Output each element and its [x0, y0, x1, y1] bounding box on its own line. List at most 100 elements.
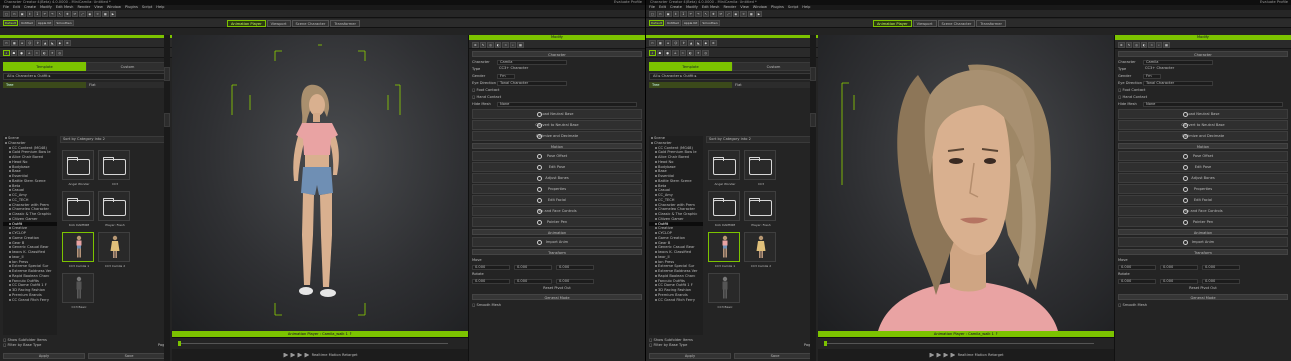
prop-value[interactable]: Fm	[1143, 74, 1161, 79]
menu-file[interactable]: File	[649, 5, 655, 9]
tab-flat[interactable]: Flat	[86, 82, 169, 88]
play-icon[interactable]	[290, 352, 296, 358]
render-icon[interactable]: ▶	[109, 11, 117, 17]
brush-icon[interactable]: ✎	[479, 42, 487, 48]
hair-icon[interactable]: ♆	[680, 40, 688, 46]
motion-icon[interactable]: ≈	[502, 42, 509, 48]
camera2-icon[interactable]: ◎	[56, 50, 64, 56]
tab-transformer[interactable]: Transformer	[330, 20, 360, 27]
motion-icon[interactable]: ≈	[33, 50, 41, 56]
thumb-folder-2[interactable]: CC3	[744, 150, 776, 186]
play-icon[interactable]	[304, 352, 310, 358]
viewport-3d[interactable]	[818, 35, 1114, 331]
save-button[interactable]: Save	[734, 353, 816, 359]
scale-icon[interactable]: ⤢	[79, 11, 86, 17]
tab-viewport[interactable]: Viewport	[912, 20, 937, 27]
material-icon[interactable]: ◐	[494, 42, 502, 48]
redo-icon[interactable]: ↷	[695, 11, 702, 17]
tab-scene-character[interactable]: Scene Character	[291, 20, 330, 27]
convert-neutral-button[interactable]: Convert to Neutral Base	[1118, 120, 1288, 130]
menu-help[interactable]: Help	[802, 5, 810, 9]
hand-contact-checkbox[interactable]: ▢ Hand Contact	[1115, 94, 1291, 101]
play-icon[interactable]	[283, 352, 289, 358]
tab-scene-character[interactable]: Scene Character	[937, 20, 976, 27]
menu-modify[interactable]: Modify	[40, 5, 52, 9]
breadcrumb[interactable]: All ▸ Character ▸ Outfit ▸	[3, 73, 169, 80]
filter-type-checkbox[interactable]: ▢ Filter by Base TypePage 1	[649, 343, 816, 348]
menu-window[interactable]: Window	[107, 5, 121, 9]
camera2-icon[interactable]: ◎	[702, 50, 710, 56]
arrow-icon[interactable]: ↓	[3, 50, 10, 56]
gear-icon[interactable]: ⚙	[709, 40, 717, 46]
menu-script[interactable]: Script	[142, 5, 152, 9]
move-y[interactable]: 0.000	[1160, 264, 1198, 270]
load-neutral-button[interactable]: Load Neutral Base	[1118, 109, 1288, 119]
reset-pivot-button[interactable]: Reset Pivot Out	[469, 285, 645, 292]
edit-facial-button[interactable]: Edit Facial	[472, 195, 642, 205]
search-icon[interactable]: ⌕	[509, 42, 516, 48]
outfit-icon[interactable]: ▲	[42, 40, 49, 46]
import-icon[interactable]: ↥	[672, 11, 680, 17]
pose-icon[interactable]: ♙	[25, 50, 33, 56]
tab-custom[interactable]: Custom	[86, 62, 169, 71]
hide-dropdown[interactable]: None	[497, 102, 637, 107]
menu-help[interactable]: Help	[156, 5, 164, 9]
attribute-icon[interactable]: ⚙	[1118, 42, 1125, 48]
menu-view[interactable]: View	[94, 5, 103, 9]
move-x[interactable]: 0.000	[472, 264, 510, 270]
pose-icon[interactable]: ♙	[671, 50, 679, 56]
rotate-z[interactable]: 0.000	[556, 278, 594, 284]
menu-render[interactable]: Render	[723, 5, 736, 9]
smoothen-button[interactable]: Smoothen	[54, 20, 74, 26]
rotate-icon[interactable]: ⟳	[717, 11, 725, 17]
rotate-y[interactable]: 0.000	[514, 278, 552, 284]
apply-button[interactable]: Apply	[3, 353, 85, 359]
adjust-bones-button[interactable]: Adjust Bones	[1118, 173, 1288, 183]
move-icon[interactable]: ✥	[710, 11, 717, 17]
apple-kit-button[interactable]: Apple Kit	[35, 20, 54, 26]
hide-dropdown[interactable]: None	[1143, 102, 1283, 107]
motion-button[interactable]: Motion	[975, 353, 987, 357]
thumb-basic[interactable]: CC3 Basic	[62, 273, 94, 309]
edit-facial-button[interactable]: Edit Facial	[1118, 195, 1288, 205]
timeline-track[interactable]	[172, 337, 468, 349]
realtime-dropdown[interactable]: Realtime	[312, 353, 328, 357]
prop-value[interactable]: Fm	[497, 74, 515, 79]
redo-icon[interactable]: ↷	[49, 11, 56, 17]
grid-view-icon[interactable]: ▦	[656, 40, 664, 46]
import-anim-button[interactable]: Import Anim	[472, 237, 642, 247]
optimize-button[interactable]: Optimize and Decimate	[1118, 131, 1288, 141]
viewport-3d[interactable]	[172, 35, 468, 331]
rotate-icon[interactable]: ⟳	[71, 11, 79, 17]
menu-create[interactable]: Create	[670, 5, 682, 9]
timeline-track[interactable]	[818, 337, 1114, 349]
hip-face-controls-button[interactable]: Hip and Face Controls	[472, 206, 642, 216]
breadcrumb[interactable]: All ▸ Character ▸ Outfit ▸	[649, 73, 815, 80]
motion-button[interactable]: Motion	[329, 353, 341, 357]
rotate-x[interactable]: 0.000	[1118, 278, 1156, 284]
move-z[interactable]: 0.000	[1202, 264, 1240, 270]
grid-icon[interactable]: ▦	[516, 42, 524, 48]
shoes-icon[interactable]: ◣	[695, 40, 702, 46]
body-icon[interactable]: ☗	[656, 50, 664, 56]
tab-tree[interactable]: Tree	[3, 82, 86, 88]
menu-edit-mesh[interactable]: Edit Mesh	[56, 5, 74, 9]
thumb-folder-1[interactable]: Angel Wonder	[708, 150, 740, 186]
tab-template[interactable]: Template	[3, 62, 86, 71]
apply-button[interactable]: Apply	[649, 353, 731, 359]
thumb-folder-2[interactable]: CC3	[98, 150, 130, 186]
tab-template[interactable]: Template	[649, 62, 732, 71]
pointer-pen-button[interactable]: Pointer Pen	[1118, 217, 1288, 227]
outfit-icon[interactable]: ▲	[688, 40, 695, 46]
tab-viewport[interactable]: Viewport	[266, 20, 291, 27]
thumb-basic[interactable]: CC3 Basic	[708, 273, 740, 309]
hip-face-controls-button[interactable]: Hip and Face Controls	[1118, 206, 1288, 216]
list-view-icon[interactable]: ≡	[664, 40, 672, 46]
edit-pose-button[interactable]: Edit Pose	[472, 162, 642, 172]
move-icon[interactable]: ✥	[64, 11, 71, 17]
undo-icon[interactable]: ↶	[41, 11, 49, 17]
export-icon[interactable]: ↧	[680, 11, 687, 17]
thumb-folder-3[interactable]: Kick DAMMIM	[708, 191, 740, 227]
side-tab[interactable]	[164, 113, 170, 127]
grid-icon[interactable]: ▦	[747, 11, 755, 17]
